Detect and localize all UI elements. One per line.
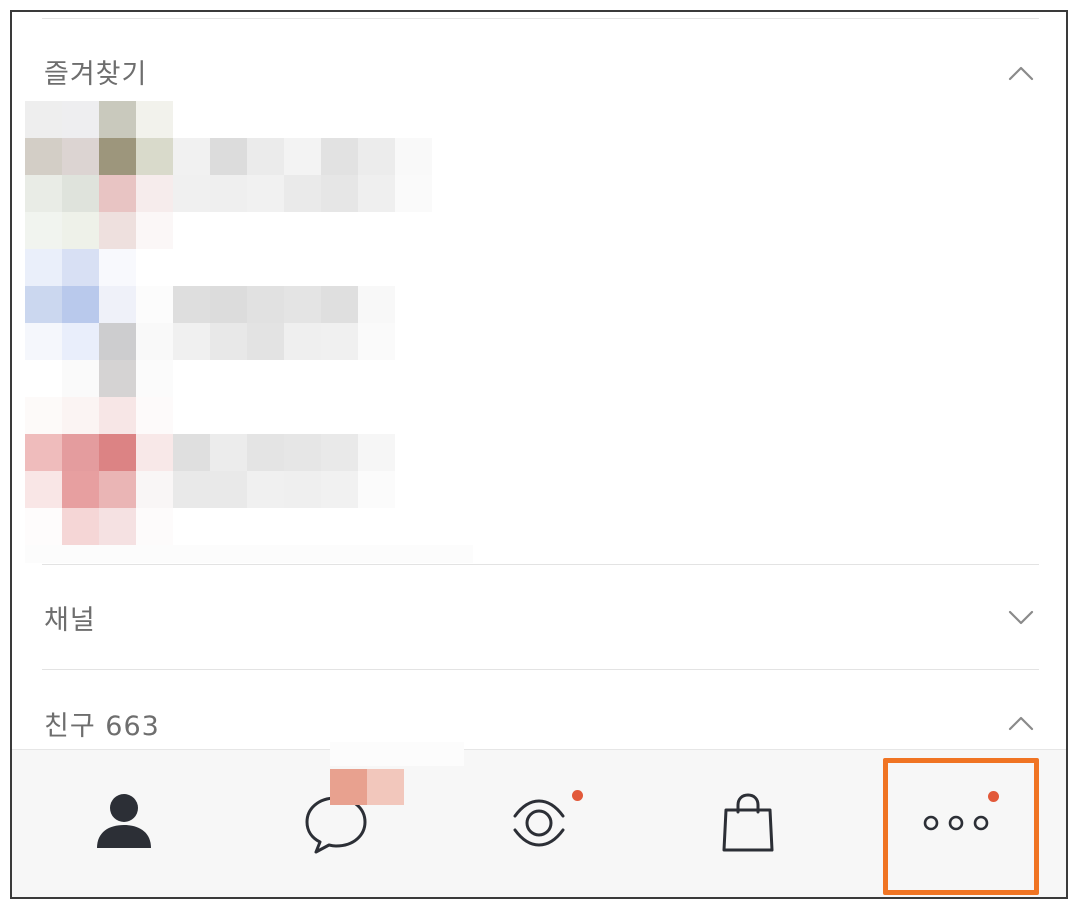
- tab-friends[interactable]: [64, 750, 184, 897]
- shopping-bag-icon: [722, 793, 774, 852]
- chevron-up-icon[interactable]: [1008, 715, 1034, 731]
- more-tab-highlight: [883, 758, 1039, 895]
- favorites-divider: [42, 564, 1039, 565]
- eye-icon: [513, 799, 565, 847]
- chats-redacted-overlay: [330, 742, 464, 766]
- chevron-up-icon[interactable]: [1008, 65, 1034, 81]
- app-window: 즐겨찾기 채널 친구 663: [10, 10, 1068, 899]
- chevron-down-icon[interactable]: [1008, 610, 1034, 626]
- person-icon: [97, 794, 151, 848]
- friends-section-title[interactable]: 친구 663: [44, 704, 160, 743]
- channel-divider: [42, 669, 1039, 670]
- channel-section-title[interactable]: 채널: [44, 598, 96, 637]
- view-badge-dot: [572, 790, 583, 801]
- tab-shopping[interactable]: [688, 750, 808, 897]
- favorites-list-redacted: [12, 12, 612, 572]
- chats-redacted-block: [330, 769, 367, 805]
- tab-chats[interactable]: [278, 742, 464, 897]
- chats-redacted-block: [367, 769, 404, 805]
- tab-view[interactable]: [479, 750, 599, 897]
